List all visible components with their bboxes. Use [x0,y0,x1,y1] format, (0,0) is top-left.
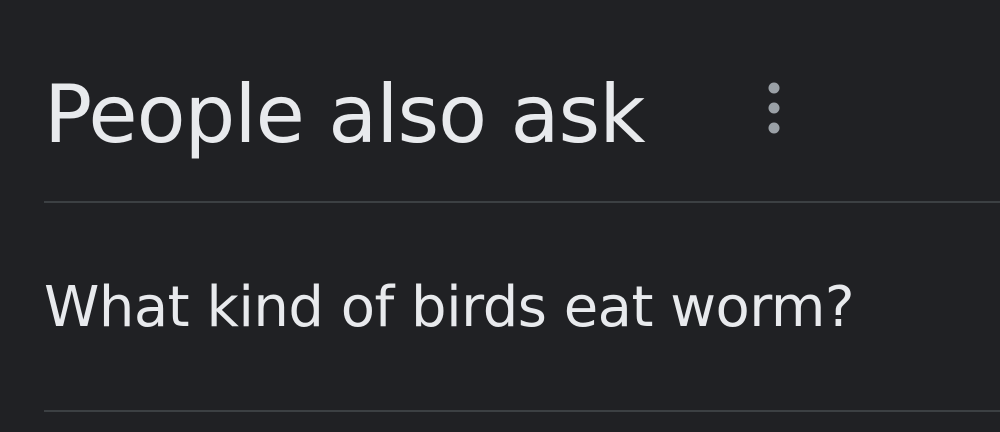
more-options-button[interactable] [742,70,806,146]
vertical-dots-icon [768,82,780,134]
divider [44,410,1000,412]
question-text: What kind of birds eat worm? [44,274,855,340]
section-header: People also ask [44,60,646,170]
question-item[interactable]: What kind of birds eat worm? [44,203,1000,410]
section-title: People also ask [44,68,646,161]
people-also-ask-panel: People also ask What kind of birds eat w… [0,0,1000,432]
